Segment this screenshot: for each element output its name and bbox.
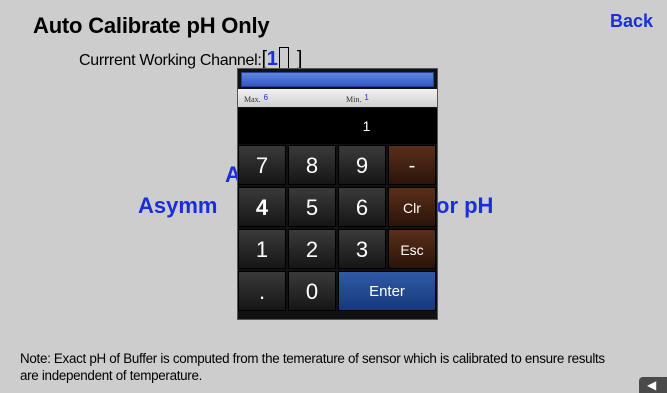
key-2[interactable]: 2	[288, 229, 336, 269]
back-button[interactable]: Back	[610, 12, 653, 30]
key-8[interactable]: 8	[288, 145, 336, 185]
keypad-display: 1	[238, 108, 437, 144]
max-value: 6	[263, 93, 269, 102]
background-subheading-left: Asymm	[138, 193, 218, 218]
key-enter[interactable]: Enter	[338, 271, 436, 311]
min-value: 1	[364, 93, 369, 102]
numeric-keypad: Max. 6 Min. 1 1 7 8 9 - 4 5 6 Clr 1 2 3 Es…	[237, 68, 438, 320]
keypad-title-bar	[241, 72, 434, 87]
key-6[interactable]: 6	[338, 187, 386, 227]
calibration-note: Note: Exact pH of Buffer is computed fro…	[20, 351, 605, 383]
max-label: Max.	[244, 95, 261, 104]
key-0[interactable]: 0	[288, 271, 336, 311]
key-minus[interactable]: -	[388, 145, 436, 185]
max-limit: Max. 6	[244, 89, 268, 109]
arrow-left-icon[interactable]: ◀	[639, 377, 667, 393]
channel-value[interactable]: 1	[267, 48, 278, 70]
key-1[interactable]: 1	[238, 229, 286, 269]
key-5[interactable]: 5	[288, 187, 336, 227]
key-escape[interactable]: Esc	[388, 229, 436, 269]
key-9[interactable]: 9	[338, 145, 386, 185]
key-7[interactable]: 7	[238, 145, 286, 185]
page-title: Auto Calibrate pH Only	[33, 13, 270, 38]
channel-close-bracket: ]	[296, 48, 303, 70]
keypad-display-value: 1	[362, 118, 371, 134]
key-3[interactable]: 3	[338, 229, 386, 269]
background-subheading-right: or pH	[436, 193, 494, 218]
key-4[interactable]: 4	[238, 187, 286, 227]
key-decimal[interactable]: .	[238, 271, 286, 311]
text-cursor	[278, 47, 289, 69]
keypad-limits: Max. 6 Min. 1	[238, 89, 437, 107]
key-clear[interactable]: Clr	[388, 187, 436, 227]
min-limit: Min. 1	[346, 89, 369, 109]
channel-row: Currrent Working Channel:[1 ]	[79, 47, 302, 69]
channel-label: Currrent Working Channel:	[79, 52, 262, 69]
min-label: Min.	[346, 95, 362, 104]
